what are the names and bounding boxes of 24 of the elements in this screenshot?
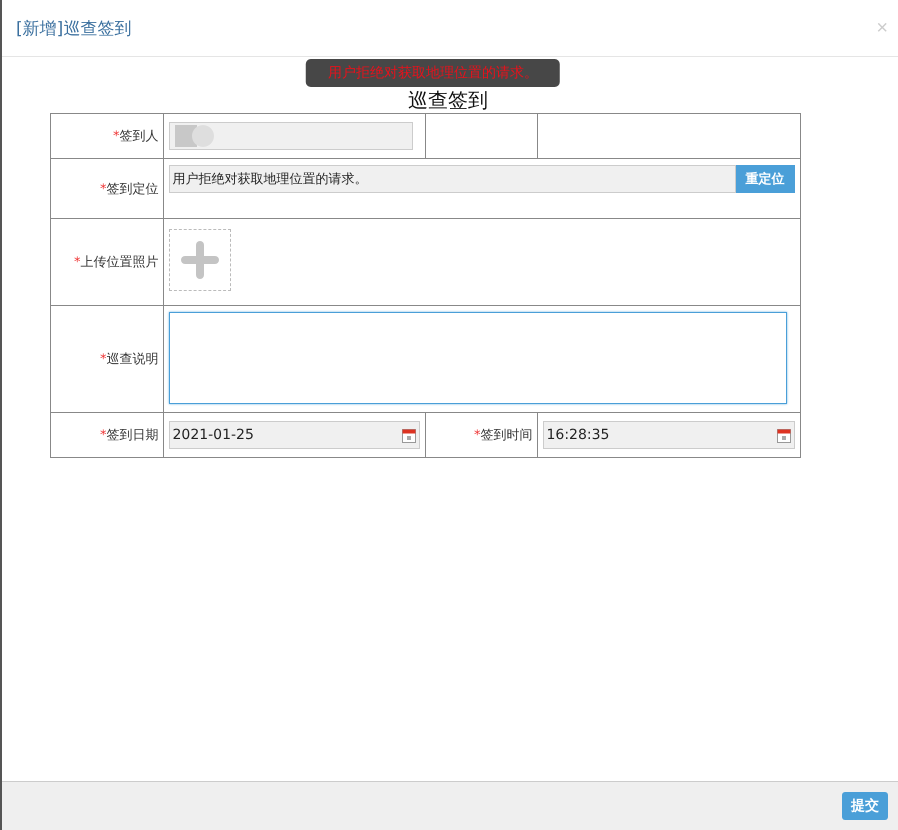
required-mark: * [100,428,106,443]
required-mark: * [74,255,80,270]
calendar-icon [402,428,416,442]
field-label: 签到定位 [106,182,158,196]
calendar-icon [776,428,790,442]
required-mark: * [474,428,480,443]
time-field[interactable]: 16:28:35 [542,421,794,449]
field-label: 签到人 [120,129,158,144]
field-label: 巡查说明 [106,352,158,367]
field-label: 签到时间 [480,428,532,443]
plus-icon [180,241,218,279]
signer-field[interactable] [168,122,412,150]
upload-photo-button[interactable] [168,229,230,291]
toast-message: 用户拒绝对获取地理位置的请求。 [306,59,560,87]
description-field[interactable] [168,312,786,404]
field-label: 签到日期 [106,428,158,443]
dialog-title: [新增]巡查签到 [16,18,132,40]
required-mark: * [113,129,120,144]
required-mark: * [100,182,106,196]
required-mark: * [100,352,106,367]
field-label: 上传位置照片 [80,255,158,270]
location-field[interactable]: 用户拒绝对获取地理位置的请求。 [168,165,736,193]
date-field[interactable]: 2021-01-25 [168,421,420,449]
form-title: 巡查签到 [408,88,488,112]
